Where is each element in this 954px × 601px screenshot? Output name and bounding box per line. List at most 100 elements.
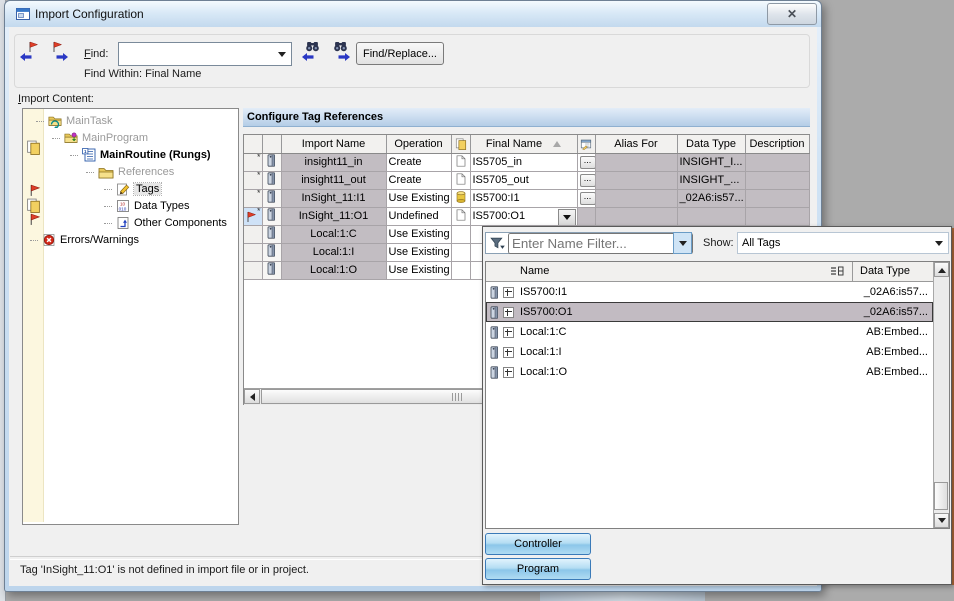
final-name-cell[interactable]: IS5705_out: [470, 171, 577, 189]
find-combobox[interactable]: [118, 42, 292, 66]
tree-item-data-types[interactable]: Data Types: [104, 198, 189, 214]
alias-for-cell: [595, 171, 677, 189]
row-selector-header[interactable]: [244, 135, 262, 153]
operation-cell[interactable]: Use Existing: [386, 243, 451, 261]
tree-item-mainprogram[interactable]: MainProgram: [52, 130, 148, 146]
scrollbar-thumb[interactable]: [934, 482, 948, 510]
expand-icon[interactable]: [503, 287, 514, 298]
document-icon: [456, 209, 466, 221]
find-previous-button[interactable]: [302, 41, 326, 63]
operation-cell[interactable]: Create: [386, 153, 451, 171]
tag-icon-header[interactable]: [262, 135, 281, 153]
row-selector[interactable]: *: [244, 189, 262, 207]
controller-scope-button[interactable]: Controller: [485, 533, 591, 555]
operation-cell[interactable]: Use Existing: [386, 261, 451, 279]
column-header-final-icon[interactable]: [451, 135, 470, 153]
find-next-button[interactable]: [330, 41, 354, 63]
tree-item-maintask[interactable]: MainTask: [36, 113, 112, 129]
tag-list-item[interactable]: Local:1:I AB:Embed...: [486, 342, 933, 362]
folder-icon: [98, 166, 114, 179]
column-header-alias-for[interactable]: Alias For: [595, 135, 677, 153]
operation-cell[interactable]: Undefined: [386, 207, 451, 225]
tag-icon: [490, 306, 499, 319]
row-selector[interactable]: [244, 225, 262, 243]
final-icon-cell: [451, 207, 470, 225]
program-scope-button[interactable]: Program: [485, 558, 591, 580]
scrollbar-thumb[interactable]: [261, 389, 483, 404]
tag-list-item[interactable]: Local:1:C AB:Embed...: [486, 322, 933, 342]
tree-connector: [36, 121, 44, 122]
final-name-edit-cell[interactable]: IS5700:O1: [470, 207, 577, 225]
goto-previous-flag-button[interactable]: [20, 41, 44, 63]
sort-ascending-icon: [553, 137, 561, 147]
expand-icon[interactable]: [503, 367, 514, 378]
name-column-header[interactable]: Name: [520, 265, 549, 277]
tree-connector: [70, 155, 78, 156]
expand-icon[interactable]: [503, 327, 514, 338]
chevron-down-icon[interactable]: [278, 52, 286, 61]
import-name-cell: Local:1:I: [281, 243, 386, 261]
dialog-titlebar[interactable]: Import Configuration ✕: [5, 1, 821, 27]
find-replace-button[interactable]: Find/Replace...: [356, 42, 444, 65]
data-type-column-header[interactable]: Data Type: [860, 265, 910, 277]
close-button[interactable]: ✕: [767, 3, 817, 25]
expand-icon[interactable]: [503, 307, 514, 318]
column-header-data-type[interactable]: Data Type: [677, 135, 745, 153]
filter-dropdown-button[interactable]: [673, 232, 692, 254]
row-selector[interactable]: *: [244, 171, 262, 189]
scroll-left-button[interactable]: [244, 389, 260, 404]
expand-icon[interactable]: [503, 347, 514, 358]
filter-funnel-icon[interactable]: [490, 237, 505, 250]
tag-name: IS5700:I1: [520, 286, 567, 298]
browse-button[interactable]: ...: [580, 156, 596, 169]
operation-cell[interactable]: Use Existing: [386, 225, 451, 243]
show-combobox[interactable]: All Tags: [737, 232, 949, 254]
operation-cell[interactable]: Create: [386, 171, 451, 189]
tree-item-tags[interactable]: Tags: [104, 181, 161, 197]
tree-connector: [104, 223, 112, 224]
row-selector[interactable]: [244, 261, 262, 279]
tree-item-other-components[interactable]: Other Components: [104, 215, 227, 231]
row-selector[interactable]: *: [244, 153, 262, 171]
tag-cell: [262, 153, 281, 171]
tag-list-item[interactable]: IS5700:I1 _02A6:is57...: [486, 282, 933, 302]
tag-list-item-selected[interactable]: IS5700:O1 _02A6:is57...: [486, 302, 933, 322]
column-header-properties[interactable]: [577, 135, 595, 153]
name-filter-box[interactable]: [485, 232, 673, 254]
goto-next-flag-button[interactable]: [48, 41, 72, 63]
import-content-label: Import Content:: [18, 93, 94, 105]
import-name-cell: insight11_out: [281, 171, 386, 189]
tag-list-item[interactable]: Local:1:O AB:Embed...: [486, 362, 933, 382]
column-header-description[interactable]: Description: [745, 135, 809, 153]
copy-pages-icon: [455, 138, 467, 150]
tree-connector: [104, 189, 112, 190]
column-header-import-name[interactable]: Import Name: [281, 135, 386, 153]
operation-cell[interactable]: Use Existing: [386, 189, 451, 207]
browse-button[interactable]: ...: [580, 174, 596, 187]
scroll-down-button[interactable]: [934, 513, 949, 528]
tree-item-errors-warnings[interactable]: Errors/Warnings: [30, 232, 139, 248]
tree-item-mainroutine[interactable]: MainRoutine (Rungs): [70, 147, 211, 163]
tag-list: Name Data Type IS5700:I1 _02A6:is57... I…: [485, 261, 950, 529]
tree-item-label: MainProgram: [82, 132, 148, 144]
open-tag-picker-button[interactable]: [558, 209, 576, 226]
copy-pages-icon: [26, 140, 41, 155]
scroll-up-button[interactable]: [934, 262, 949, 277]
row-selector[interactable]: [244, 243, 262, 261]
table-row: * InSight_11:O1 Undefined IS5700:O1: [244, 207, 809, 225]
column-divider[interactable]: [852, 262, 853, 281]
tree-item-references[interactable]: References: [86, 164, 174, 180]
final-name-cell[interactable]: IS5705_in: [470, 153, 577, 171]
column-options-icon[interactable]: [830, 266, 844, 276]
tag-list-scrollbar[interactable]: [933, 262, 949, 528]
table-row: * InSight_11:I1 Use Existing IS5700:I1 .…: [244, 189, 809, 207]
column-header-operation[interactable]: Operation: [386, 135, 451, 153]
final-icon-cell: [451, 261, 470, 279]
name-filter-input[interactable]: [508, 233, 693, 254]
properties-icon: [580, 138, 592, 150]
column-header-final-name[interactable]: Final Name: [470, 135, 577, 153]
final-name-cell[interactable]: IS5700:I1: [470, 189, 577, 207]
row-selector[interactable]: *: [244, 207, 262, 225]
browse-button[interactable]: ...: [580, 192, 596, 205]
find-input[interactable]: [119, 43, 276, 65]
